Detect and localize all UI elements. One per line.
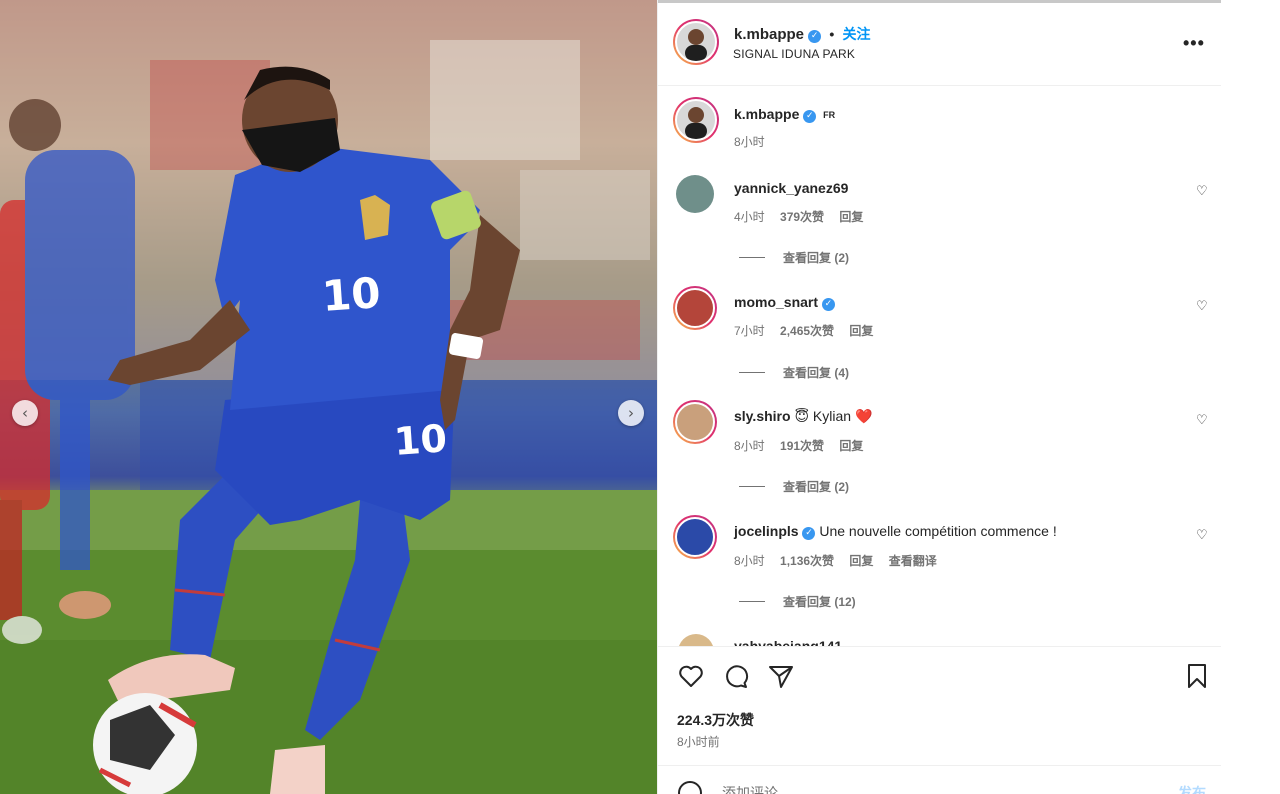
more-options-icon[interactable]: ••• — [1183, 33, 1205, 54]
comment-username[interactable]: momo_snart — [734, 294, 818, 310]
comment-username-row: jocelinpls ✓ Une nouvelle compétition co… — [734, 523, 1057, 540]
author-username[interactable]: k.mbappe — [734, 26, 804, 43]
header-divider — [658, 85, 1221, 86]
verified-badge-icon: ✓ — [821, 298, 835, 311]
comment-bubble-icon[interactable] — [722, 662, 750, 690]
post-location[interactable]: SIGNAL IDUNA PARK — [733, 47, 855, 61]
reply-button[interactable]: 回复 — [849, 324, 873, 338]
chevron-left-icon[interactable]: ‹ — [12, 400, 38, 426]
heart-icon[interactable] — [677, 662, 705, 690]
replies-line — [739, 601, 765, 602]
verified-badge-icon: ✓ — [803, 110, 817, 123]
actions-divider — [658, 646, 1221, 647]
page-margin — [1221, 0, 1280, 794]
add-comment-input[interactable]: 添加评论... — [722, 783, 790, 794]
comment-avatar[interactable] — [673, 400, 717, 444]
caption-avatar[interactable] — [673, 97, 719, 143]
heart-outline-icon[interactable]: ♡ — [1196, 184, 1208, 199]
view-replies-label: 查看回复 (2) — [783, 480, 850, 494]
comment-avatar[interactable] — [673, 286, 717, 330]
shorts-number: 10 — [392, 416, 449, 464]
chevron-right-icon[interactable]: › — [618, 400, 644, 426]
reply-button[interactable]: 回复 — [839, 439, 863, 453]
separator-dot: • — [829, 26, 835, 42]
comment-username-row: momo_snart ✓ — [734, 294, 835, 311]
author-avatar[interactable] — [673, 19, 719, 65]
comment-time: 8小时 — [734, 439, 765, 453]
emoji-icon[interactable] — [677, 780, 703, 794]
view-replies-button[interactable]: 查看回复 (2) — [739, 249, 849, 266]
comment-meta: 7小时 2,465次赞 回复 — [734, 322, 885, 339]
comment-likes[interactable]: 191次赞 — [780, 439, 824, 453]
view-replies-button[interactable]: 查看回复 (2) — [739, 478, 849, 495]
caption-username-text[interactable]: k.mbappe — [734, 106, 799, 122]
heart-outline-icon[interactable]: ♡ — [1196, 413, 1208, 428]
comment-likes[interactable]: 379次赞 — [780, 210, 824, 224]
caption-time-text: 8小时 — [734, 135, 765, 149]
comment-meta: 4小时 379次赞 回复 — [734, 208, 875, 225]
verified-badge-icon: ✓ — [808, 30, 822, 43]
comment-text: Une nouvelle compétition commence ! — [819, 523, 1057, 539]
comment-text: 😇 Kylian ❤️ — [794, 408, 873, 424]
photo-illustration — [0, 0, 657, 794]
comment-time: 7小时 — [734, 324, 765, 338]
caption-time: 8小时 — [734, 133, 777, 150]
view-replies-label: 查看回复 (4) — [783, 366, 850, 380]
post-time: 8小时前 — [677, 735, 720, 749]
comment-username[interactable]: yannick_yanez69 — [734, 180, 848, 196]
comment-username-row: sly.shiro 😇 Kylian ❤️ — [734, 408, 872, 425]
comment-time: 8小时 — [734, 554, 765, 568]
caption-tag: FR — [823, 110, 836, 120]
translate-button[interactable]: 查看翻译 — [889, 554, 937, 568]
comment-bar-divider — [658, 765, 1221, 766]
paper-plane-icon[interactable] — [767, 662, 795, 690]
like-count[interactable]: 224.3万次赞 — [677, 710, 754, 730]
comment-likes[interactable]: 2,465次赞 — [780, 324, 834, 338]
bookmark-icon[interactable] — [1183, 662, 1211, 690]
comment-likes[interactable]: 1,136次赞 — [780, 554, 834, 568]
caption-username: k.mbappe ✓ FR — [734, 106, 835, 123]
replies-line — [739, 257, 765, 258]
follow-button[interactable]: 关注 — [842, 26, 870, 42]
view-replies-label: 查看回复 (2) — [783, 251, 850, 265]
replies-line — [739, 372, 765, 373]
comment-meta: 8小时 191次赞 回复 — [734, 437, 875, 454]
post-photo[interactable]: 10 10 ‹ › — [0, 0, 657, 794]
post-comment-button[interactable]: 发布 — [1178, 783, 1206, 794]
reply-button[interactable]: 回复 — [839, 210, 863, 224]
view-replies-button[interactable]: 查看回复 (4) — [739, 364, 849, 381]
comment-meta: 8小时 1,136次赞 回复 查看翻译 — [734, 552, 949, 569]
comment-time: 4小时 — [734, 210, 765, 224]
heart-outline-icon[interactable]: ♡ — [1196, 299, 1208, 314]
comment-username[interactable]: yahyabeiang141 — [734, 638, 842, 646]
comment-avatar[interactable] — [673, 515, 717, 559]
view-replies-label: 查看回复 (12) — [783, 595, 856, 609]
shirt-number: 10 — [320, 268, 383, 321]
comment-avatar[interactable] — [678, 634, 714, 646]
comment-username[interactable]: jocelinpls — [734, 523, 799, 539]
comment-avatar[interactable] — [676, 175, 714, 213]
verified-badge-icon: ✓ — [802, 527, 816, 540]
view-replies-button[interactable]: 查看回复 (12) — [739, 593, 856, 610]
top-border — [658, 0, 1221, 3]
comment-username[interactable]: sly.shiro — [734, 408, 791, 424]
author-header: k.mbappe ✓ • 关注 — [734, 24, 870, 44]
comment-partial: yahyabeiang141 — [658, 628, 1221, 646]
reply-button[interactable]: 回复 — [849, 554, 873, 568]
heart-outline-icon[interactable]: ♡ — [1196, 528, 1208, 543]
replies-line — [739, 486, 765, 487]
